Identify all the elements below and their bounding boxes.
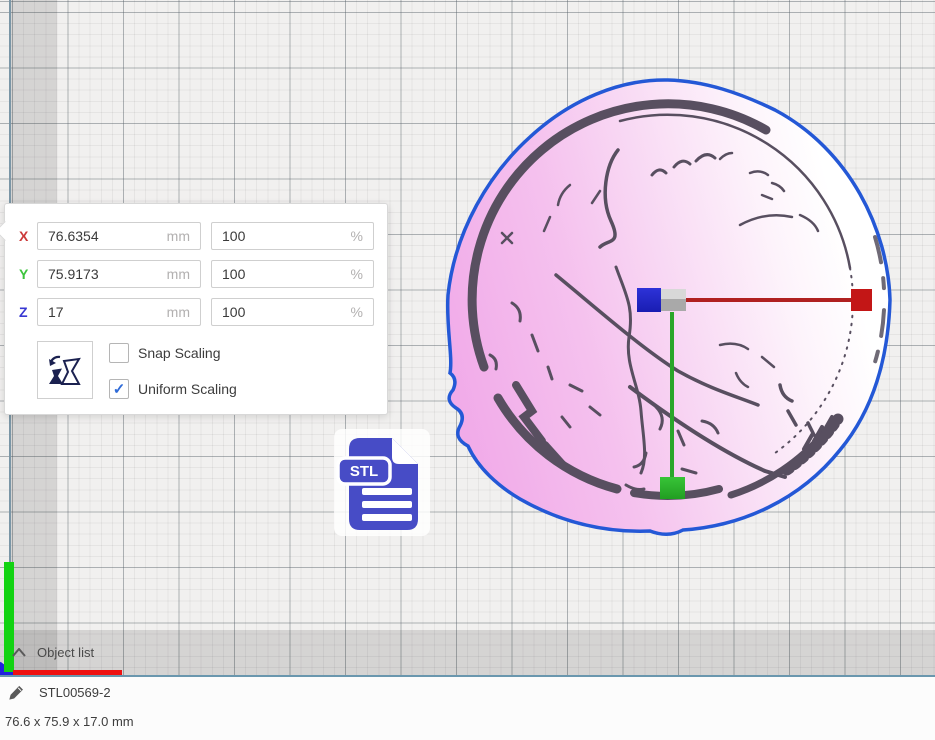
slicer-window: STL Object list X 76.6354 mm	[0, 0, 935, 740]
buildplate-bottom-band	[0, 630, 935, 675]
reset-scale-icon	[45, 350, 85, 390]
scale-x-percent-unit: %	[351, 228, 363, 244]
axis-y-label: Y	[19, 266, 37, 282]
object-name-row[interactable]: STL00569-2	[8, 684, 111, 701]
scale-handle-center[interactable]	[661, 289, 686, 311]
scale-z-percent-input[interactable]: 100 %	[211, 298, 374, 326]
scale-x-percent-input[interactable]: 100 %	[211, 222, 374, 250]
uniform-scaling-checkmark[interactable]: ✓	[109, 379, 129, 399]
scale-y-mm-input[interactable]: 75.9173 mm	[37, 260, 201, 288]
scale-z-mm-value: 17	[48, 304, 64, 320]
scale-axis-x-line	[686, 298, 852, 302]
chevron-up-icon	[12, 648, 26, 657]
scale-y-mm-unit: mm	[167, 266, 190, 282]
scale-y-mm-value: 75.9173	[48, 266, 99, 282]
scale-x-mm-value: 76.6354	[48, 228, 99, 244]
scale-row-z: Z 17 mm 100 %	[19, 298, 374, 326]
object-name: STL00569-2	[39, 685, 111, 700]
stl-file-icon[interactable]: STL	[334, 429, 430, 536]
pencil-icon[interactable]	[8, 684, 25, 701]
scale-y-percent-value: 100	[222, 266, 245, 282]
scale-handle-z[interactable]	[637, 288, 661, 312]
object-list-label: Object list	[37, 645, 94, 660]
scale-handle-y[interactable]	[660, 477, 685, 499]
stl-icon-label: STL	[350, 463, 378, 480]
axis-z-label: Z	[19, 304, 37, 320]
scale-handle-x[interactable]	[851, 289, 872, 311]
axis-x-label: X	[19, 228, 37, 244]
snap-scaling-checkbox[interactable]: Snap Scaling	[109, 343, 221, 363]
object-list-toggle[interactable]: Object list	[12, 645, 94, 660]
uniform-scaling-label: Uniform Scaling	[138, 381, 237, 397]
uniform-scaling-checkbox[interactable]: ✓ Uniform Scaling	[109, 379, 237, 399]
scale-z-mm-input[interactable]: 17 mm	[37, 298, 201, 326]
scale-y-percent-input[interactable]: 100 %	[211, 260, 374, 288]
snap-scaling-label: Snap Scaling	[138, 345, 221, 361]
scale-y-percent-unit: %	[351, 266, 363, 282]
scale-x-mm-unit: mm	[167, 228, 190, 244]
object-dimensions: 76.6 x 75.9 x 17.0 mm	[5, 714, 134, 729]
scale-tool-panel: X 76.6354 mm 100 % Y 75.9173 mm 100 % Z	[4, 203, 388, 415]
snap-scaling-checkmark[interactable]	[109, 343, 129, 363]
scale-z-percent-unit: %	[351, 304, 363, 320]
scale-axis-y-line	[670, 312, 674, 478]
scale-z-percent-value: 100	[222, 304, 245, 320]
scale-x-mm-input[interactable]: 76.6354 mm	[37, 222, 201, 250]
reset-scale-button[interactable]	[37, 341, 93, 399]
scale-row-x: X 76.6354 mm 100 %	[19, 222, 374, 250]
object-info-panel: STL00569-2 76.6 x 75.9 x 17.0 mm	[0, 677, 935, 740]
scale-row-y: Y 75.9173 mm 100 %	[19, 260, 374, 288]
scale-x-percent-value: 100	[222, 228, 245, 244]
scale-z-mm-unit: mm	[167, 304, 190, 320]
